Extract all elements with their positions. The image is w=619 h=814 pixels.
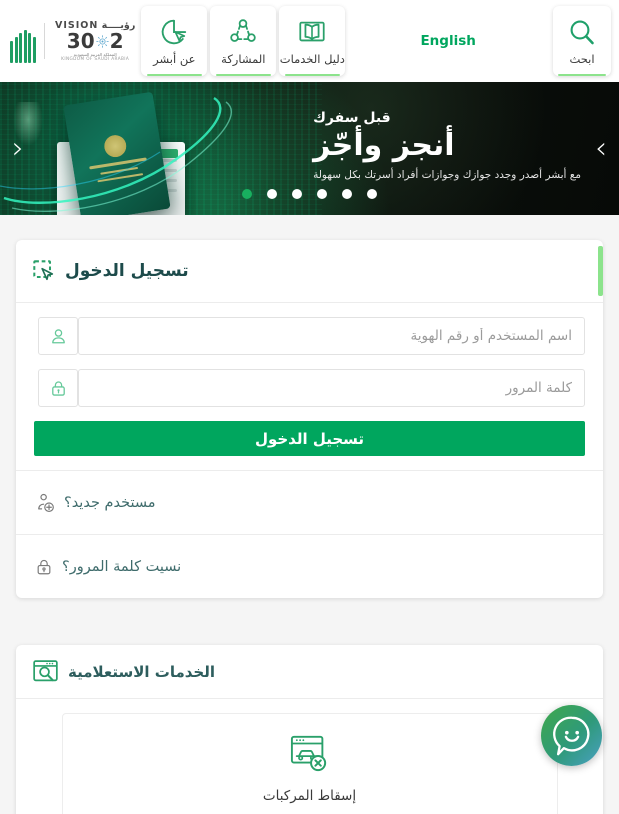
- vehicle-deregister-icon: [289, 734, 331, 774]
- logo-group: رؤيــــة VISION 2 30 المملكة العربية الس…: [8, 19, 139, 64]
- vision-num-right: 30: [66, 29, 95, 54]
- lock-key-icon: [34, 557, 54, 577]
- forgot-password-link-label: نسيت كلمة المرور؟: [62, 558, 182, 575]
- hero-carousel: قبل سفرك أنجز وأجّز مع أبشر أصدر وجدد جو…: [0, 82, 619, 215]
- forgot-password-link[interactable]: نسيت كلمة المرور؟: [16, 534, 603, 598]
- hero-kicker: قبل سفرك: [313, 109, 391, 126]
- info-services-card: الخدمات الاستعلامية ›: [16, 645, 603, 814]
- lock-icon: [38, 369, 78, 407]
- logo-divider: [44, 23, 45, 59]
- password-row: [34, 369, 585, 407]
- nav-button-service-guide-label: دليل الخدمات: [279, 52, 345, 66]
- username-row: [34, 317, 585, 355]
- hero-next-arrow[interactable]: ›: [595, 133, 607, 164]
- vision-star-icon: [95, 34, 110, 49]
- vision-sub-en: KINGDOM OF SAUDI ARABIA: [61, 56, 130, 62]
- window-search-icon: [32, 659, 59, 684]
- absher-logo-icon: [8, 19, 38, 63]
- new-user-link[interactable]: مستخدم جديد؟: [16, 470, 603, 534]
- nav-button-about-absher-label: عن أبشر: [153, 52, 196, 66]
- site-header: رؤيــــة VISION 2 30 المملكة العربية الس…: [0, 0, 619, 82]
- chat-smiley-icon: [549, 713, 595, 759]
- hero-dot-4[interactable]: [292, 189, 302, 199]
- login-card-header: تسجيل الدخول: [16, 240, 603, 303]
- info-services-body: › إسقاط المركب: [16, 699, 603, 814]
- user-add-icon: [34, 492, 56, 514]
- login-card-title: تسجيل الدخول: [65, 261, 189, 281]
- hero-dot-6[interactable]: [242, 189, 252, 199]
- nav-button-participation[interactable]: المشاركة: [210, 6, 277, 76]
- hero-title: أنجز وأجّز: [313, 127, 455, 163]
- cursor-select-icon: [32, 259, 56, 283]
- search-icon: [566, 17, 598, 49]
- nav-button-about-absher[interactable]: عن أبشر: [141, 6, 208, 76]
- info-services-header: الخدمات الاستعلامية: [16, 645, 603, 699]
- login-form: [16, 303, 603, 407]
- page-root: رؤيــــة VISION 2 30 المملكة العربية الس…: [0, 0, 619, 814]
- login-submit-button[interactable]: تسجيل الدخول: [34, 421, 585, 456]
- header-nav-buttons: عن أبشر المشاركة دليل الخدمات: [141, 6, 346, 76]
- user-icon: [38, 317, 78, 355]
- info-service-tile-label: إسقاط المركبات: [262, 788, 357, 804]
- hero-dot-3[interactable]: [317, 189, 327, 199]
- info-services-title: الخدمات الاستعلامية: [68, 662, 216, 681]
- hero-dot-5[interactable]: [267, 189, 277, 199]
- login-card-accent-bar: [598, 246, 603, 296]
- nav-button-participation-label: المشاركة: [221, 52, 266, 66]
- password-input[interactable]: [91, 380, 572, 396]
- hero-passport-crest: [102, 133, 128, 159]
- hero-dot-2[interactable]: [342, 189, 352, 199]
- info-service-tile[interactable]: إسقاط المركبات: [61, 713, 558, 814]
- password-input-wrap[interactable]: [78, 369, 585, 407]
- hero-subtitle: مع أبشر أصدر وجدد جوازك وجوازات أفراد أس…: [313, 169, 581, 182]
- hero-prev-arrow[interactable]: ‹: [12, 133, 24, 164]
- about-pie-cursor-icon: [159, 16, 189, 48]
- username-input[interactable]: [91, 328, 572, 344]
- chat-widget-button[interactable]: [541, 705, 602, 766]
- search-button[interactable]: ابحث: [553, 6, 611, 76]
- nav-button-service-guide[interactable]: دليل الخدمات: [279, 6, 346, 76]
- hero-dot-1[interactable]: [367, 189, 377, 199]
- open-book-icon: [297, 16, 327, 48]
- search-button-label: ابحث: [569, 51, 595, 66]
- vision-num-left: 2: [109, 29, 124, 54]
- new-user-link-label: مستخدم جديد؟: [64, 494, 156, 511]
- login-card: تسجيل الدخول اسم المستخدم أو رقم الهوية …: [16, 240, 603, 598]
- share-network-icon: [228, 16, 258, 48]
- vision-2030-logo: رؤيــــة VISION 2 30 المملكة العربية الس…: [51, 19, 139, 64]
- language-toggle-english[interactable]: English: [410, 33, 485, 49]
- username-input-wrap[interactable]: [78, 317, 585, 355]
- hero-dots: [0, 189, 619, 199]
